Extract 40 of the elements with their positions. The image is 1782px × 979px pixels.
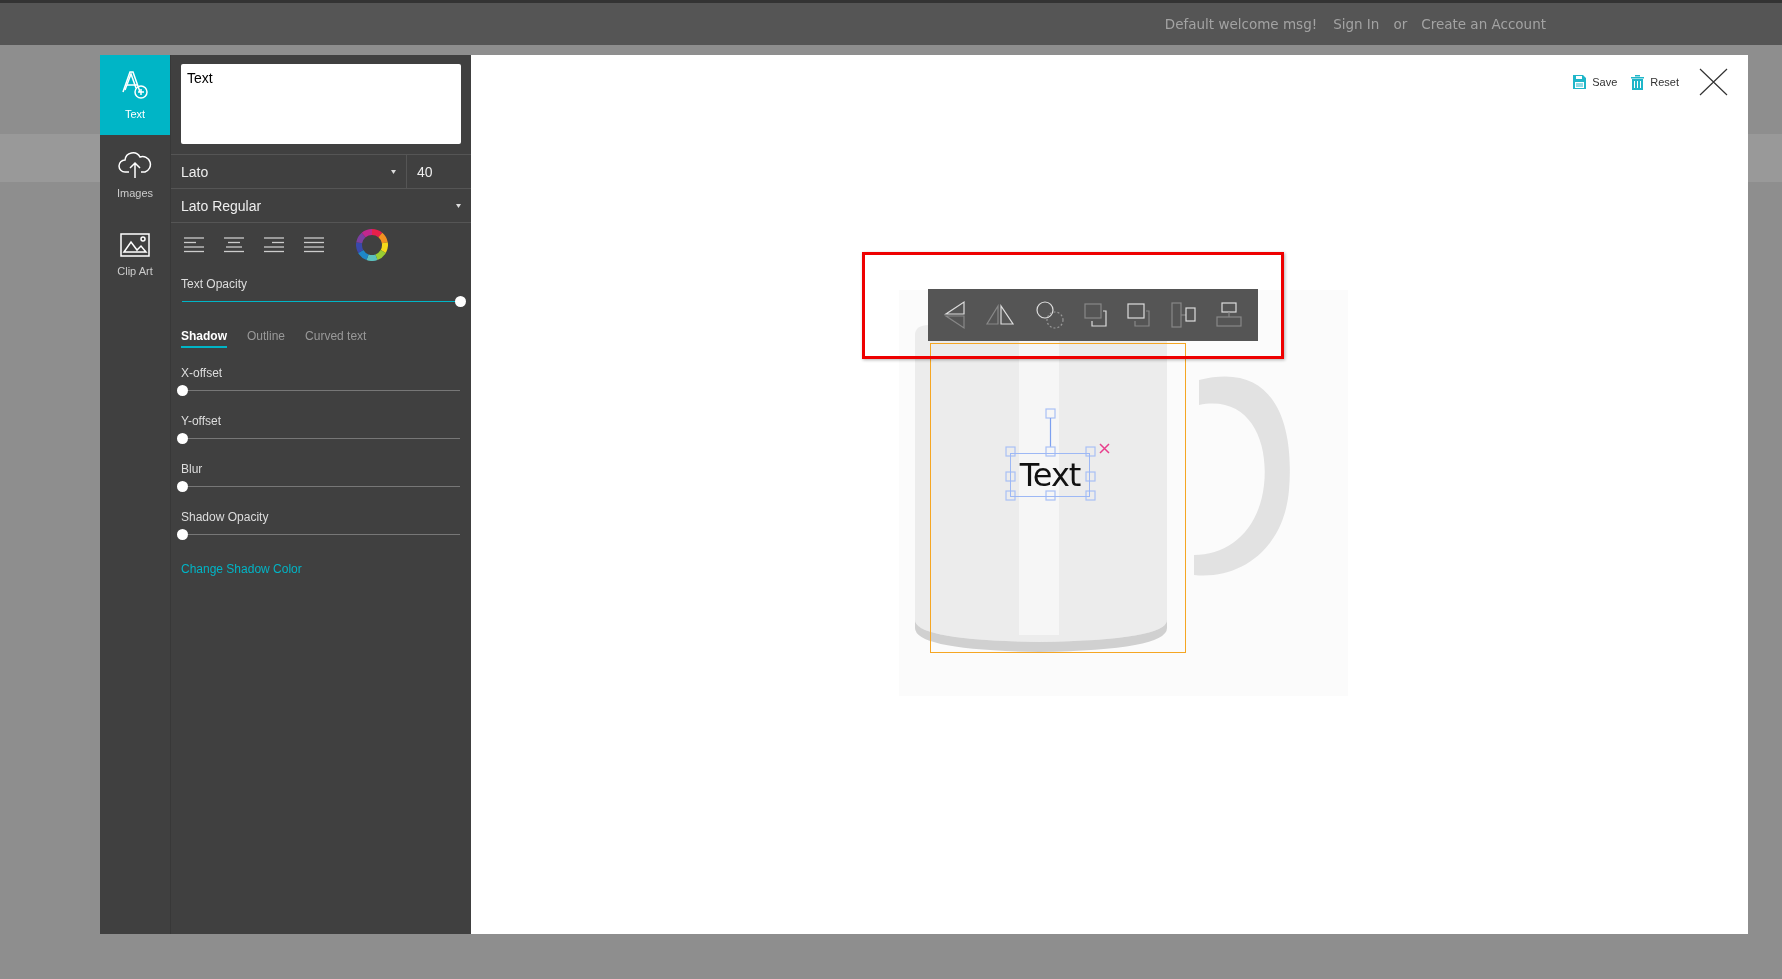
font-dropdown[interactable]: Lato	[171, 155, 406, 188]
cloud-upload-icon	[118, 151, 152, 179]
slider-thumb[interactable]	[176, 480, 188, 492]
reset-button[interactable]: Reset	[1631, 74, 1679, 90]
save-button[interactable]: Save	[1573, 75, 1618, 89]
slider-thumb[interactable]	[176, 384, 188, 396]
close-icon[interactable]	[1699, 68, 1728, 96]
flip-vertical-icon[interactable]	[943, 300, 966, 330]
design-text[interactable]: Text	[1010, 453, 1090, 497]
align-horizontal-icon[interactable]	[1216, 302, 1243, 328]
send-backward-icon[interactable]	[1127, 303, 1152, 327]
text-input-field[interactable]: Text	[181, 64, 461, 144]
picture-icon	[120, 233, 150, 257]
sidebar-item[interactable]: Clip Art	[100, 215, 170, 295]
text-add-icon	[121, 70, 149, 100]
welcome-message: Default welcome msg!	[1164, 16, 1318, 32]
flip-horizontal-icon[interactable]	[985, 304, 1016, 326]
panel-tab[interactable]: Curved text	[305, 329, 367, 348]
sidebar-item[interactable]: Images	[100, 135, 170, 215]
trash-icon	[1631, 74, 1645, 90]
slider-label: Text Opacity	[180, 277, 249, 291]
slider-label: Shadow Opacity	[180, 510, 270, 524]
color-wheel-icon[interactable]	[356, 229, 388, 261]
panel-tab[interactable]: Outline	[247, 329, 286, 348]
caret-icon	[456, 203, 461, 208]
delete-icon[interactable]	[1099, 443, 1110, 454]
change-shadow-color-link[interactable]: Change Shadow Color	[171, 562, 312, 576]
font-style-dropdown[interactable]: Lato Regular	[171, 189, 471, 222]
slider-thumb[interactable]	[176, 528, 188, 540]
panel-tab[interactable]: Shadow	[181, 329, 227, 348]
caret-icon	[391, 169, 396, 174]
align-vertical-icon[interactable]	[1170, 302, 1197, 328]
slider-label: Y-offset	[180, 414, 223, 428]
bring-forward-icon[interactable]	[1083, 303, 1108, 327]
slider-thumb[interactable]	[176, 432, 188, 444]
slider-label: X-offset	[180, 366, 224, 380]
overlapping-circles-icon[interactable]	[1034, 300, 1065, 330]
separator-text: or	[1393, 16, 1408, 32]
slider-thumb[interactable]	[454, 295, 466, 307]
slider-label: Blur	[180, 462, 204, 476]
